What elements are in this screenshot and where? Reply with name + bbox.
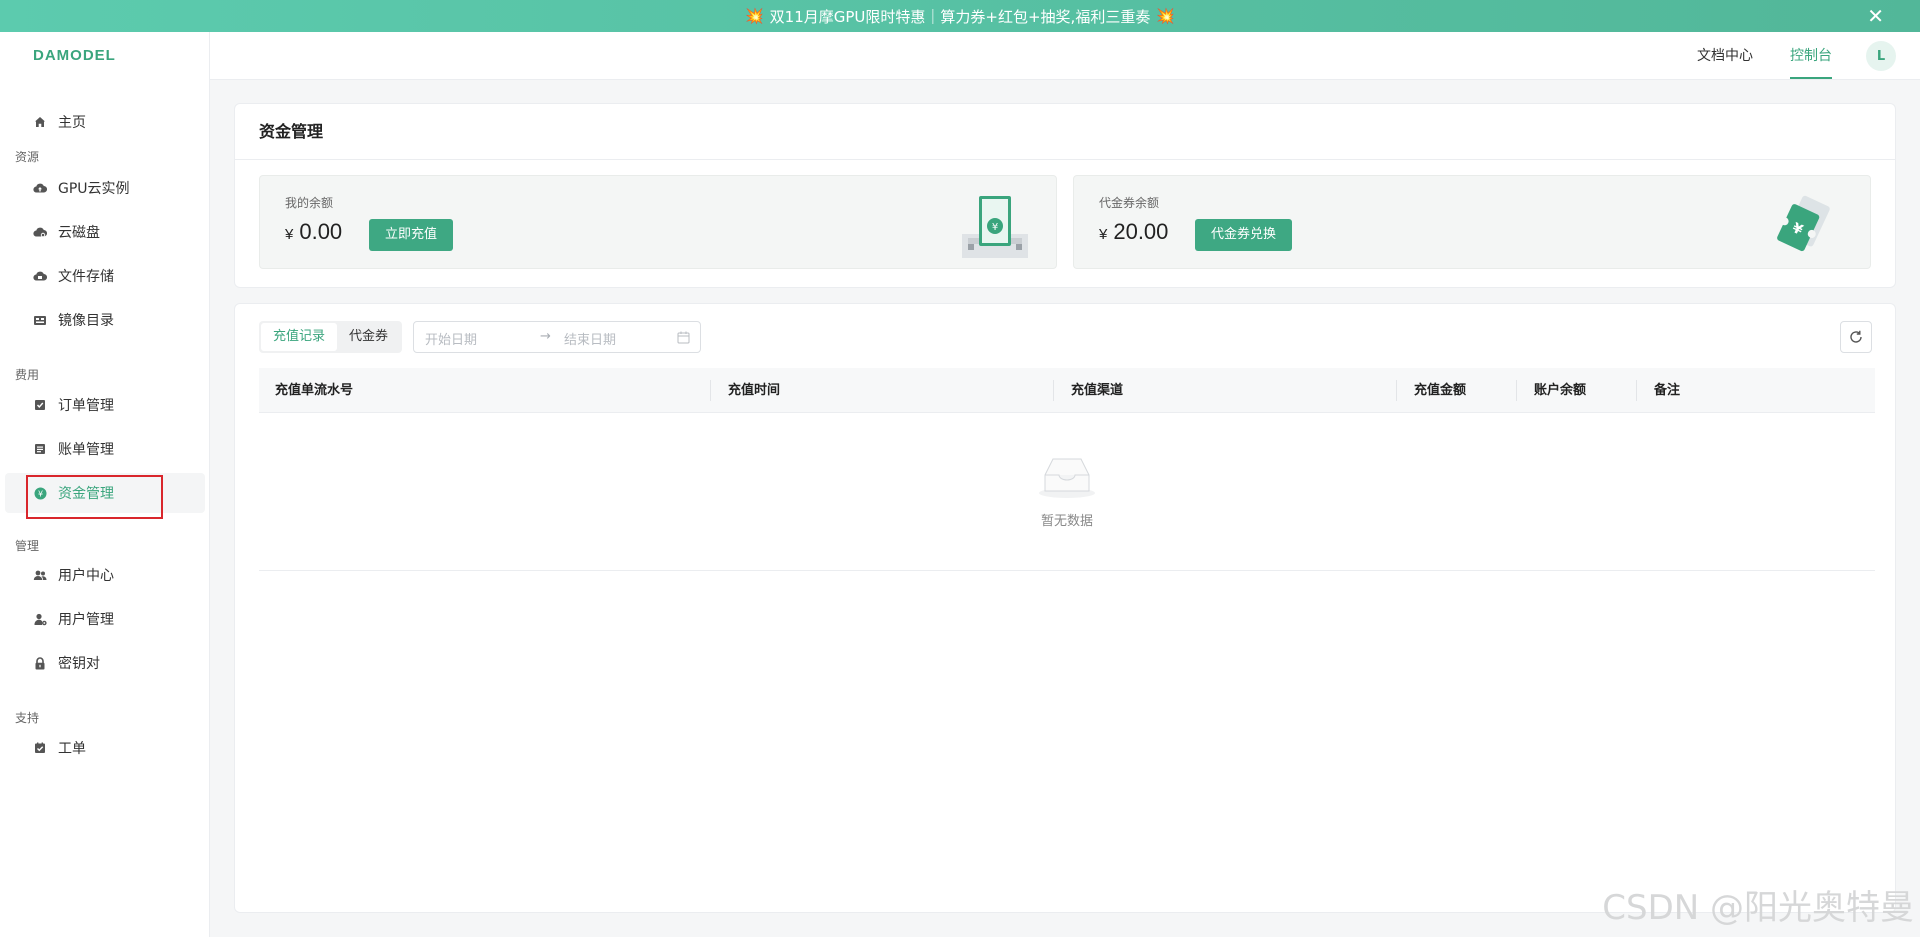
image-catalog-icon (33, 313, 47, 327)
nav-group-management: 管理 (15, 539, 40, 553)
top-navigation-bar: 文档中心 控制台 L (210, 32, 1920, 80)
recharge-button[interactable]: 立即充值 (369, 219, 454, 251)
column-header-recharge-amount: 充值金额 (1414, 383, 1467, 398)
column-header-recharge-channel: 充值渠道 (1071, 383, 1124, 398)
column-divider (710, 380, 711, 401)
user-settings-icon (33, 612, 47, 626)
column-divider (1053, 380, 1054, 401)
brand-logo[interactable]: DAMODEL (0, 32, 209, 79)
sidebar-item-ticket[interactable]: 工单 (5, 728, 205, 768)
voucher-ticket-illustration: ¥ (1777, 195, 1830, 252)
cloud-disk-icon (33, 225, 47, 239)
home-icon (33, 115, 47, 129)
column-header-recharge-time: 充值时间 (728, 383, 781, 398)
empty-inbox-icon (1039, 458, 1095, 498)
nav-group-billing: 费用 (15, 368, 40, 382)
sidebar-item-label: 文件存储 (58, 269, 114, 285)
sidebar-item-label: GPU云实例 (58, 181, 130, 197)
promo-banner-text[interactable]: 双11月摩GPU限时特惠｜算力券+红包+抽奖,福利三重奏 (770, 6, 1151, 27)
start-date-input[interactable]: 开始日期 (425, 329, 477, 348)
calendar-icon[interactable] (677, 331, 690, 344)
cloud-upload-icon (33, 181, 47, 195)
empty-state-text: 暂无数据 (1040, 514, 1093, 529)
sidebar-item-user-management[interactable]: 用户管理 (5, 599, 205, 639)
cash-deposit-illustration: ¥ (962, 196, 1028, 258)
records-tabs: 充值记录 代金券 (259, 321, 403, 353)
order-icon (33, 398, 47, 412)
sidebar-item-label: 用户管理 (58, 612, 114, 628)
refresh-button[interactable] (1840, 321, 1872, 353)
console-link[interactable]: 控制台 (1790, 32, 1832, 79)
sidebar-item-image-catalog[interactable]: 镜像目录 (5, 300, 205, 340)
sidebar-item-label: 云磁盘 (58, 225, 100, 241)
sidebar-item-user-center[interactable]: 用户中心 (5, 555, 205, 595)
csdn-watermark: CSDN @阳光奥特曼 (1602, 888, 1914, 928)
funds-management-card: 资金管理 我的余额 ¥0.00 立即充值 ¥ 代金券余额 ¥20.00 代金券兑… (234, 103, 1896, 288)
voucher-panel: 代金券余额 ¥20.00 代金券兑换 ¥ (1073, 175, 1871, 269)
users-icon (33, 568, 47, 582)
burst-emoji-right: 💥 (1156, 7, 1176, 25)
sidebar-item-label: 订单管理 (58, 398, 114, 414)
refresh-icon (1850, 330, 1862, 343)
bill-icon (33, 442, 47, 456)
currency-symbol: ¥ (285, 226, 294, 243)
cloud-storage-icon (33, 269, 47, 283)
page-title: 资金管理 (235, 104, 1895, 160)
voucher-value: 20.00 (1113, 219, 1169, 244)
column-header-account-balance: 账户余额 (1534, 383, 1587, 398)
highlight-annotation-box (26, 475, 163, 519)
close-banner-icon[interactable]: ✕ (1867, 5, 1884, 27)
sidebar-item-disk[interactable]: 云磁盘 (5, 212, 205, 252)
voucher-balance-label: 代金券余额 (1099, 196, 1160, 210)
column-header-serial-number: 充值单流水号 (275, 383, 354, 398)
table-empty-state: 暂无数据 (259, 413, 1875, 571)
nav-group-resources: 资源 (15, 150, 40, 164)
sidebar-item-label: 用户中心 (58, 568, 114, 584)
column-divider (1396, 380, 1397, 401)
sidebar-item-gpu[interactable]: GPU云实例 (5, 168, 205, 208)
column-header-remark: 备注 (1654, 383, 1681, 398)
balance-value: 0.00 (299, 219, 343, 244)
sidebar-item-label: 主页 (58, 115, 86, 131)
end-date-input[interactable]: 结束日期 (564, 329, 616, 348)
column-divider (1516, 380, 1517, 401)
voucher-amount: ¥20.00 (1099, 219, 1168, 245)
sidebar-item-label: 镜像目录 (58, 313, 114, 329)
promo-banner[interactable]: 💥 双11月摩GPU限时特惠｜算力券+红包+抽奖,福利三重奏 💥 ✕ (0, 0, 1920, 32)
date-arrow-icon: → (540, 329, 551, 344)
lock-icon (33, 656, 47, 670)
burst-emoji-left: 💥 (744, 7, 764, 25)
redeem-voucher-button[interactable]: 代金券兑换 (1195, 219, 1293, 251)
sidebar-item-file-storage[interactable]: 文件存储 (5, 256, 205, 296)
balance-panel: 我的余额 ¥0.00 立即充值 ¥ (259, 175, 1057, 269)
column-divider (1636, 380, 1637, 401)
sidebar-item-label: 工单 (58, 741, 86, 757)
docs-center-link[interactable]: 文档中心 (1697, 32, 1753, 80)
sidebar-item-label: 密钥对 (58, 656, 100, 672)
sidebar-item-bills[interactable]: 账单管理 (5, 429, 205, 469)
table-header: 充值单流水号 充值时间 充值渠道 充值金额 账户余额 备注 (259, 368, 1875, 413)
date-range-picker[interactable]: 开始日期 → 结束日期 (413, 321, 701, 353)
sidebar-item-orders[interactable]: 订单管理 (5, 385, 205, 425)
ticket-icon (33, 741, 47, 755)
records-card: 充值记录 代金券 开始日期 → 结束日期 充值单流水号 充值时间 充值渠道 充值… (234, 303, 1896, 913)
balance-label: 我的余额 (285, 196, 334, 210)
currency-symbol: ¥ (1099, 226, 1108, 243)
svg-text:¥: ¥ (992, 222, 998, 233)
user-avatar[interactable]: L (1866, 41, 1896, 71)
nav-group-support: 支持 (15, 711, 40, 725)
sidebar-item-home[interactable]: 主页 (5, 102, 205, 142)
sidebar-item-key-pair[interactable]: 密钥对 (5, 643, 205, 683)
tab-recharge-records[interactable]: 充值记录 (261, 323, 338, 351)
balance-amount: ¥0.00 (285, 219, 342, 245)
tab-vouchers[interactable]: 代金券 (337, 323, 400, 351)
sidebar-item-label: 账单管理 (58, 442, 114, 458)
